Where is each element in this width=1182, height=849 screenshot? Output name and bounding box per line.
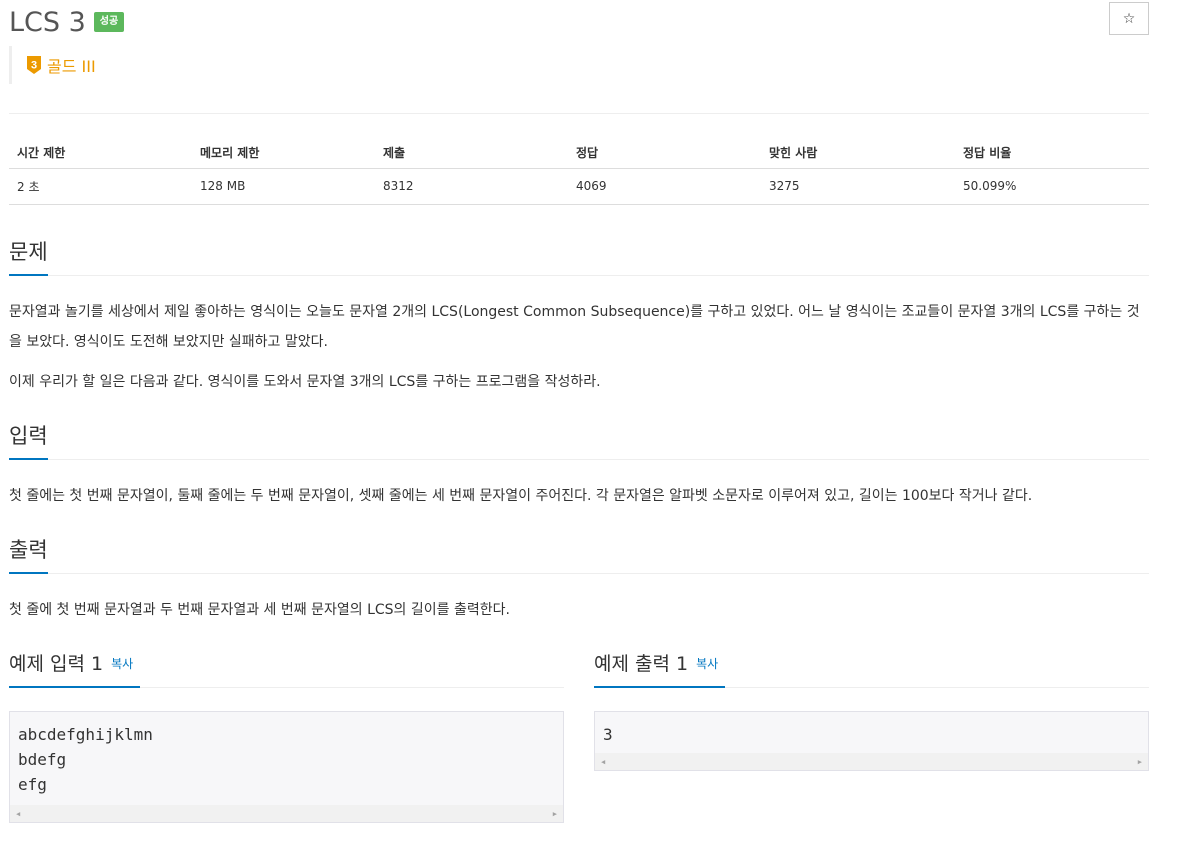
sample-input-copy-link[interactable]: 복사 <box>111 657 133 671</box>
status-badge: 성공 <box>93 12 125 32</box>
sample-output-header: 예제 출력 1 복사 <box>594 649 1149 688</box>
value-time-limit: 2 초 <box>9 168 192 205</box>
value-memory-limit: 128 MB <box>192 168 375 205</box>
sample-output-scrollbar[interactable]: ◀ ▶ <box>595 753 1148 770</box>
output-section-header: 출력 <box>9 534 1149 574</box>
description-paragraph-2: 이제 우리가 할 일은 다음과 같다. 영식이를 도와서 문자열 3개의 LCS… <box>9 374 601 390</box>
header-accepted: 정답 <box>568 138 761 169</box>
sample-output-content: 3 <box>603 725 613 744</box>
value-accept-ratio: 50.099% <box>955 168 1149 205</box>
input-description: 첫 줄에는 첫 번째 문자열이, 둘째 줄에는 두 번째 문자열이, 셋째 줄에… <box>9 488 1033 504</box>
value-submissions[interactable]: 8312 <box>375 168 568 205</box>
tier-number: 3 <box>31 60 37 72</box>
star-icon: ☆ <box>1122 10 1136 27</box>
scroll-left-arrow-icon[interactable]: ◀ <box>16 810 20 818</box>
info-header-row: 시간 제한 메모리 제한 제출 정답 맞힌 사람 정답 비율 <box>9 138 1149 169</box>
sample-output-title: 예제 출력 1 복사 <box>594 649 726 688</box>
sample-input-content: abcdefghijklmn bdefg efg <box>18 725 153 794</box>
tier-label[interactable]: 골드 III <box>47 53 96 77</box>
problem-title: LCS 3 <box>9 6 86 38</box>
scroll-left-arrow-icon[interactable]: ◀ <box>601 758 605 766</box>
sample-input-scrollbar[interactable]: ◀ ▶ <box>10 805 563 822</box>
tier-badge-icon: 3 <box>27 56 41 74</box>
description-section-header: 문제 <box>9 236 1149 276</box>
scroll-right-arrow-icon[interactable]: ▶ <box>1138 758 1142 766</box>
output-description: 첫 줄에 첫 번째 문자열과 두 번째 문자열과 세 번째 문자열의 LCS의 … <box>9 602 510 618</box>
header-memory-limit: 메모리 제한 <box>192 138 375 169</box>
tier-row: 3 골드 III <box>9 46 96 84</box>
value-accepted[interactable]: 4069 <box>568 168 761 205</box>
sample-input-box[interactable]: abcdefghijklmn bdefg efg ◀ ▶ <box>9 711 564 823</box>
description-title: 문제 <box>9 236 48 276</box>
sample-input-header: 예제 입력 1 복사 <box>9 649 564 688</box>
output-title: 출력 <box>9 534 48 574</box>
description-paragraph-1: 문자열과 놀기를 세상에서 제일 좋아하는 영식이는 오늘도 문자열 2개의 L… <box>9 304 1140 350</box>
scroll-right-arrow-icon[interactable]: ▶ <box>553 810 557 818</box>
sample-input-title: 예제 입력 1 복사 <box>9 649 141 688</box>
input-title: 입력 <box>9 420 48 460</box>
value-solved-users[interactable]: 3275 <box>761 168 955 205</box>
header-solved-users: 맞힌 사람 <box>761 138 955 169</box>
header-time-limit: 시간 제한 <box>9 138 192 169</box>
header-accept-ratio: 정답 비율 <box>955 138 1149 169</box>
problem-info-table: 시간 제한 메모리 제한 제출 정답 맞힌 사람 정답 비율 2 초 128 M… <box>9 138 1149 205</box>
sample-output-copy-link[interactable]: 복사 <box>696 657 718 671</box>
divider <box>9 113 1149 114</box>
info-value-row: 2 초 128 MB 8312 4069 3275 50.099% <box>9 168 1149 205</box>
sample-output-box[interactable]: 3 ◀ ▶ <box>594 711 1149 771</box>
header-submissions: 제출 <box>375 138 568 169</box>
input-section-header: 입력 <box>9 420 1149 460</box>
bookmark-star-button[interactable]: ☆ <box>1109 2 1149 35</box>
title-row: LCS 3 성공 <box>9 4 125 40</box>
